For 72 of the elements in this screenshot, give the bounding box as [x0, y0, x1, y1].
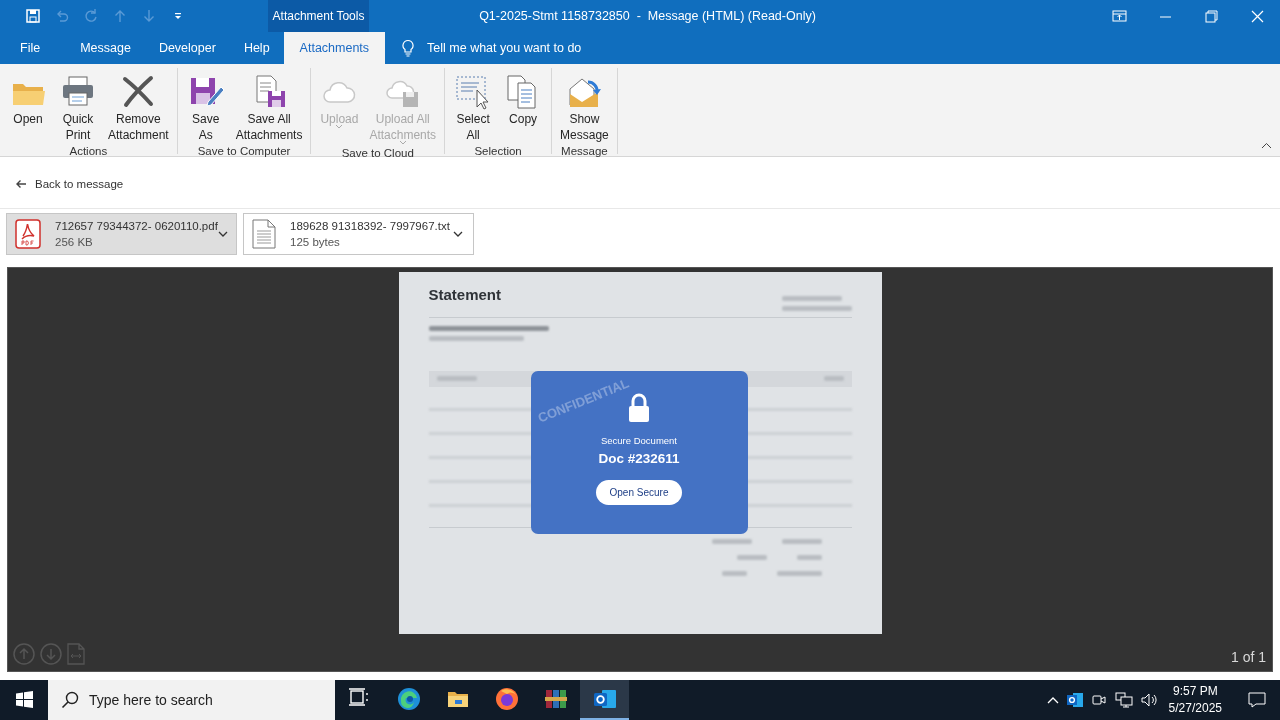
attachment-name: 712657 79344372- 0620110.pdf [55, 219, 218, 235]
lightbulb-icon [401, 38, 416, 57]
clock-date: 5/27/2025 [1168, 700, 1222, 717]
ribbon-group-label: Selection [474, 144, 522, 159]
outlook-icon[interactable] [1066, 692, 1083, 708]
books-archive-icon [543, 687, 568, 711]
taskbar-app[interactable] [580, 680, 629, 720]
ribbon-group-label: Save to Computer [197, 144, 291, 159]
ribbon-group-label: Save to Cloud [341, 146, 414, 161]
ribbon-group-label: Message [561, 144, 608, 159]
back-link[interactable]: Back to message [15, 178, 124, 191]
blurred-text [796, 554, 822, 560]
attachment-card[interactable]: 712657 79344372- 0620110.pdf 256 KB [6, 213, 237, 256]
blurred-text [711, 538, 752, 544]
padlock-icon [628, 392, 650, 423]
taskbar-search[interactable]: Type here to search [48, 680, 335, 720]
network-icon[interactable] [1114, 692, 1133, 708]
blurred-text [776, 570, 822, 576]
chevron-up-icon[interactable] [1046, 696, 1059, 704]
search-icon [61, 691, 79, 709]
firefox-icon [494, 687, 519, 711]
ribbon-button[interactable]: Copy [500, 71, 547, 145]
blurred-text [721, 570, 747, 576]
notification-icon[interactable] [1248, 692, 1266, 708]
text-file-icon [252, 219, 276, 250]
page-counter: 1 of 1 [1230, 649, 1266, 665]
ribbon-display-icon[interactable] [1111, 8, 1127, 24]
ribbon-button[interactable]: Save As [182, 71, 229, 145]
ribbon-button[interactable]: Quick Print [55, 71, 101, 145]
ribbon-tab[interactable]: Attachments [283, 32, 386, 64]
ribbon-tab[interactable]: Developer [144, 32, 230, 64]
camera-icon[interactable] [1090, 692, 1107, 708]
ribbon-tab[interactable]: Message [66, 32, 145, 64]
attachment-size: 256 KB [55, 235, 94, 251]
pdf-file-icon [15, 219, 41, 250]
ribbon-button[interactable]: Save All Attachments [232, 71, 306, 145]
blurred-text [781, 295, 842, 301]
window-title: Q1-2025-Stmt 1158732850 - Message (HTML) (Read-Only) [478, 9, 817, 23]
ribbon-button[interactable]: Open [5, 71, 51, 145]
save-icon[interactable] [24, 8, 41, 24]
chevron-down-icon [217, 231, 228, 238]
chevron-down-icon [453, 231, 463, 238]
attachment-name: 189628 91318392- 7997967.txt [290, 219, 451, 235]
blurred-text [781, 305, 852, 311]
document-title: Statement [428, 285, 502, 305]
tell-me-search[interactable]: Tell me what you want to do [401, 32, 582, 64]
clock-time: 9:57 PM [1171, 683, 1219, 700]
blurred-text [736, 554, 767, 560]
close-icon[interactable] [1249, 8, 1265, 24]
blurred-text [436, 376, 477, 382]
select-all-icon [455, 73, 492, 110]
ribbon-group-label: Actions [69, 144, 108, 159]
blurred-text [823, 376, 844, 382]
windows-start-icon[interactable] [15, 691, 33, 709]
dialog-label: Secure Document [600, 434, 677, 446]
attachment-card[interactable]: 189628 91318392- 7997967.txt 125 bytes [243, 213, 474, 256]
collapse-ribbon-icon[interactable] [1261, 142, 1272, 150]
ribbon-tab[interactable]: File [6, 32, 55, 64]
attachment-size: 125 bytes [290, 235, 341, 251]
ribbon-button[interactable]: Remove Attachment [105, 71, 172, 145]
ribbon-tab[interactable]: Help [229, 32, 284, 64]
volume-icon[interactable] [1140, 692, 1159, 708]
back-arrow-icon [15, 179, 27, 190]
document-number: Doc #232611 [598, 450, 680, 466]
context-tab-group-label: Attachment Tools [268, 0, 369, 32]
open-secure-button[interactable]: Open Secure [595, 479, 683, 505]
ribbon-button[interactable]: Select All [450, 71, 497, 145]
restore-icon[interactable] [1203, 8, 1219, 24]
blurred-text [781, 538, 822, 544]
edge-browser-icon [396, 687, 421, 711]
outlook-icon [592, 687, 617, 711]
ribbon-button[interactable]: Show Message [557, 71, 612, 145]
